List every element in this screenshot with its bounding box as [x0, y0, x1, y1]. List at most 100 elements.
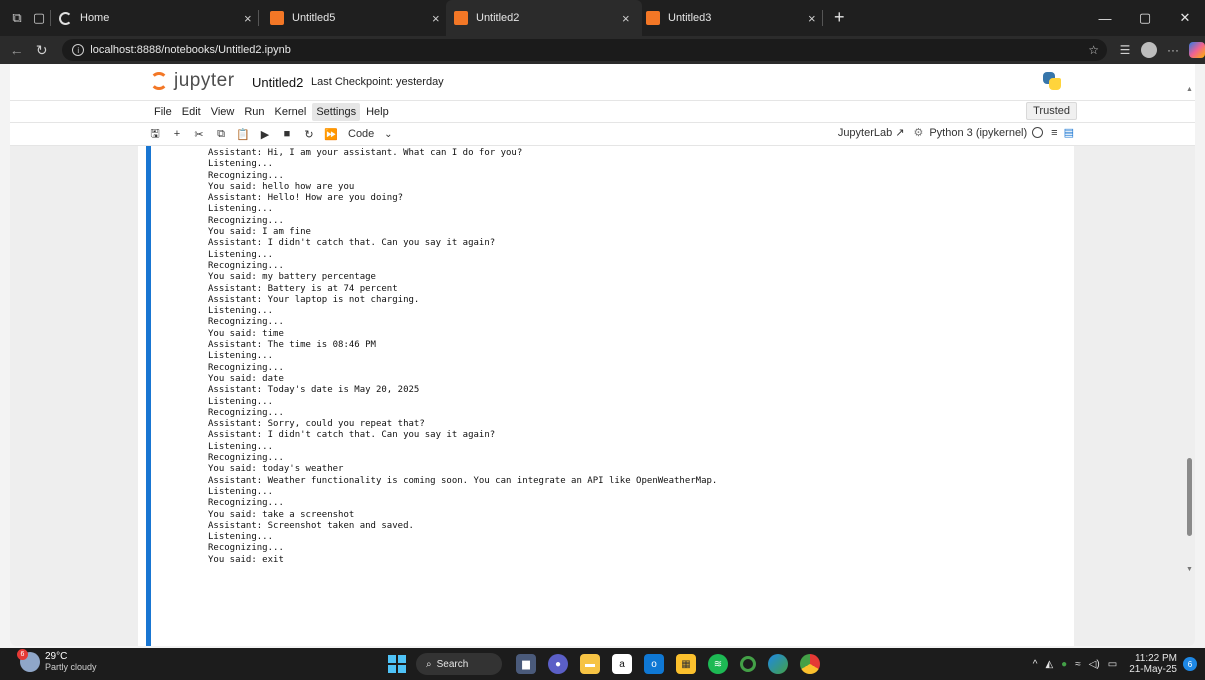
favorites-icon[interactable]: ☰ [1113, 43, 1137, 57]
insert-cell-icon[interactable]: + [166, 128, 188, 140]
favorite-star-icon[interactable]: ☆ [1088, 43, 1099, 57]
output-line: You said: time [208, 328, 284, 339]
jupyter-header: jupyter Untitled2 Last Checkpoint: yeste… [10, 64, 1195, 100]
taskbar-search[interactable]: ⌕ Search [416, 653, 502, 675]
jupyterlab-link[interactable]: JupyterLab [838, 127, 892, 139]
outlook-icon[interactable]: o [644, 654, 664, 674]
network-folder-icon[interactable]: ◭ [1045, 659, 1053, 670]
copilot-icon[interactable] [1189, 42, 1205, 58]
interrupt-icon[interactable]: ■ [276, 128, 298, 140]
taskbar-apps: ⌕ Search ▆ ● ▬ a o ▦ ≋ [388, 652, 826, 676]
run-icon[interactable]: ▶ [254, 128, 276, 141]
cell-selection-bar[interactable] [146, 146, 151, 646]
tab-actions-icon[interactable]: ▢ [28, 7, 50, 29]
menu-help[interactable]: Help [362, 103, 393, 121]
tab-separator [822, 10, 823, 26]
menu-settings[interactable]: Settings [312, 102, 361, 121]
save-icon[interactable]: 🖫 [144, 125, 166, 144]
battery-icon[interactable]: ▭ [1108, 659, 1117, 670]
kernel-name[interactable]: Python 3 (ipykernel) [929, 127, 1027, 139]
window-close-icon[interactable]: ✕ [1165, 10, 1205, 26]
output-line: You said: take a screenshot [208, 509, 355, 520]
window-controls: — ▢ ✕ [1085, 0, 1205, 36]
trusted-badge[interactable]: Trusted [1026, 102, 1077, 120]
profile-avatar-icon[interactable] [1141, 42, 1157, 58]
clock[interactable]: 11:22 PM 21-May-25 [1129, 653, 1177, 675]
back-icon[interactable]: ← [4, 42, 29, 58]
menu-kernel[interactable]: Kernel [271, 103, 311, 121]
more-options-icon[interactable]: ··· [1161, 43, 1185, 57]
scroll-up-icon[interactable]: ▲ [1186, 86, 1193, 93]
output-line: Listening... [208, 351, 274, 362]
start-icon[interactable] [388, 655, 406, 673]
tab-home-close-icon[interactable]: × [244, 11, 252, 26]
tab-untitled3[interactable]: Untitled3 [638, 0, 828, 36]
weather-cloud-icon: 6 [17, 649, 40, 672]
amazon-icon[interactable]: a [612, 654, 632, 674]
property-inspector-icon[interactable]: ▤ [1064, 126, 1074, 139]
calendar-app-icon[interactable]: ▦ [676, 654, 696, 674]
cut-icon[interactable]: ✂ [188, 128, 210, 141]
address-bar-row: ← ↻ i localhost:8888/notebooks/Untitled2… [0, 36, 1205, 64]
external-link-icon[interactable]: ↗ [895, 126, 904, 139]
tab-untitled2[interactable]: Untitled2 [446, 0, 642, 36]
output-line: Listening... [208, 204, 274, 215]
tab-untitled2-close-icon[interactable]: × [622, 11, 630, 26]
menu-file[interactable]: File [150, 103, 176, 121]
refresh-icon[interactable]: ↻ [29, 42, 54, 59]
output-line: You said: I am fine [208, 227, 311, 238]
task-view-icon[interactable]: ▆ [516, 654, 536, 674]
output-line: Recognizing... [208, 543, 284, 554]
search-icon: ⌕ [426, 658, 432, 670]
volume-icon[interactable]: ◁) [1089, 659, 1100, 670]
chevron-down-icon[interactable]: ⌄ [380, 129, 396, 140]
output-line: Recognizing... [208, 170, 284, 181]
notebook-title[interactable]: Untitled2 [252, 75, 303, 90]
restart-run-all-icon[interactable]: ⏩ [320, 128, 342, 141]
spotify-icon[interactable]: ≋ [708, 654, 728, 674]
output-line: Assistant: Hello! How are you doing? [208, 193, 404, 204]
chrome-icon[interactable] [800, 654, 820, 674]
circle-app-icon[interactable] [740, 656, 756, 672]
output-line: Assistant: The time is 08:46 PM [208, 340, 376, 351]
scrollbar-thumb[interactable] [1187, 458, 1192, 536]
scroll-down-icon[interactable]: ▼ [1186, 566, 1193, 573]
maximize-icon[interactable]: ▢ [1125, 10, 1165, 26]
jupyter-logo-word: jupyter [174, 70, 235, 91]
chevron-up-icon[interactable]: ^ [1033, 659, 1038, 670]
tab-untitled5-close-icon[interactable]: × [432, 11, 440, 26]
output-line: Recognizing... [208, 453, 284, 464]
app-tray-icon[interactable]: ● [1061, 659, 1067, 670]
kernel-settings-icon[interactable]: ⚙ [913, 126, 923, 139]
menu-view[interactable]: View [207, 103, 239, 121]
output-line: Assistant: Screenshot taken and saved. [208, 520, 414, 531]
weather-widget[interactable]: 6 29°C Partly cloudy [17, 649, 97, 673]
notification-badge[interactable]: 6 [1183, 657, 1197, 671]
weather-badge: 6 [17, 649, 28, 660]
tab-untitled3-close-icon[interactable]: × [808, 11, 816, 26]
copy-icon[interactable]: ⧉ [210, 128, 232, 141]
tab-home[interactable]: Home [51, 0, 201, 36]
tab-untitled5[interactable]: Untitled5 [262, 0, 442, 36]
kernel-status-icon [1032, 127, 1044, 138]
file-explorer-icon[interactable]: ▬ [580, 654, 600, 674]
tab-untitled5-title: Untitled5 [292, 12, 336, 24]
cell-type-select[interactable]: Code [342, 128, 380, 140]
workspaces-icon[interactable]: ⧉ [6, 7, 28, 29]
restart-icon[interactable]: ↻ [298, 128, 320, 141]
wifi-icon[interactable]: ≈ [1075, 659, 1081, 670]
edge-icon[interactable] [768, 654, 788, 674]
new-tab-button[interactable]: + [824, 7, 855, 28]
teams-icon[interactable]: ● [548, 654, 568, 674]
jupyter-logo[interactable]: jupyter [150, 70, 235, 92]
clock-date: 21-May-25 [1129, 664, 1177, 675]
menu-lines-icon[interactable]: ≡ [1051, 127, 1057, 139]
address-input[interactable]: i localhost:8888/notebooks/Untitled2.ipy… [62, 39, 1107, 61]
menu-run[interactable]: Run [240, 103, 268, 121]
output-line: Assistant: Hi, I am your assistant. What… [208, 148, 523, 158]
paste-icon[interactable]: 📋 [232, 128, 254, 141]
output-line: Listening... [208, 159, 274, 170]
minimize-icon[interactable]: — [1085, 11, 1125, 26]
site-info-icon[interactable]: i [72, 44, 85, 56]
menu-edit[interactable]: Edit [178, 103, 205, 121]
